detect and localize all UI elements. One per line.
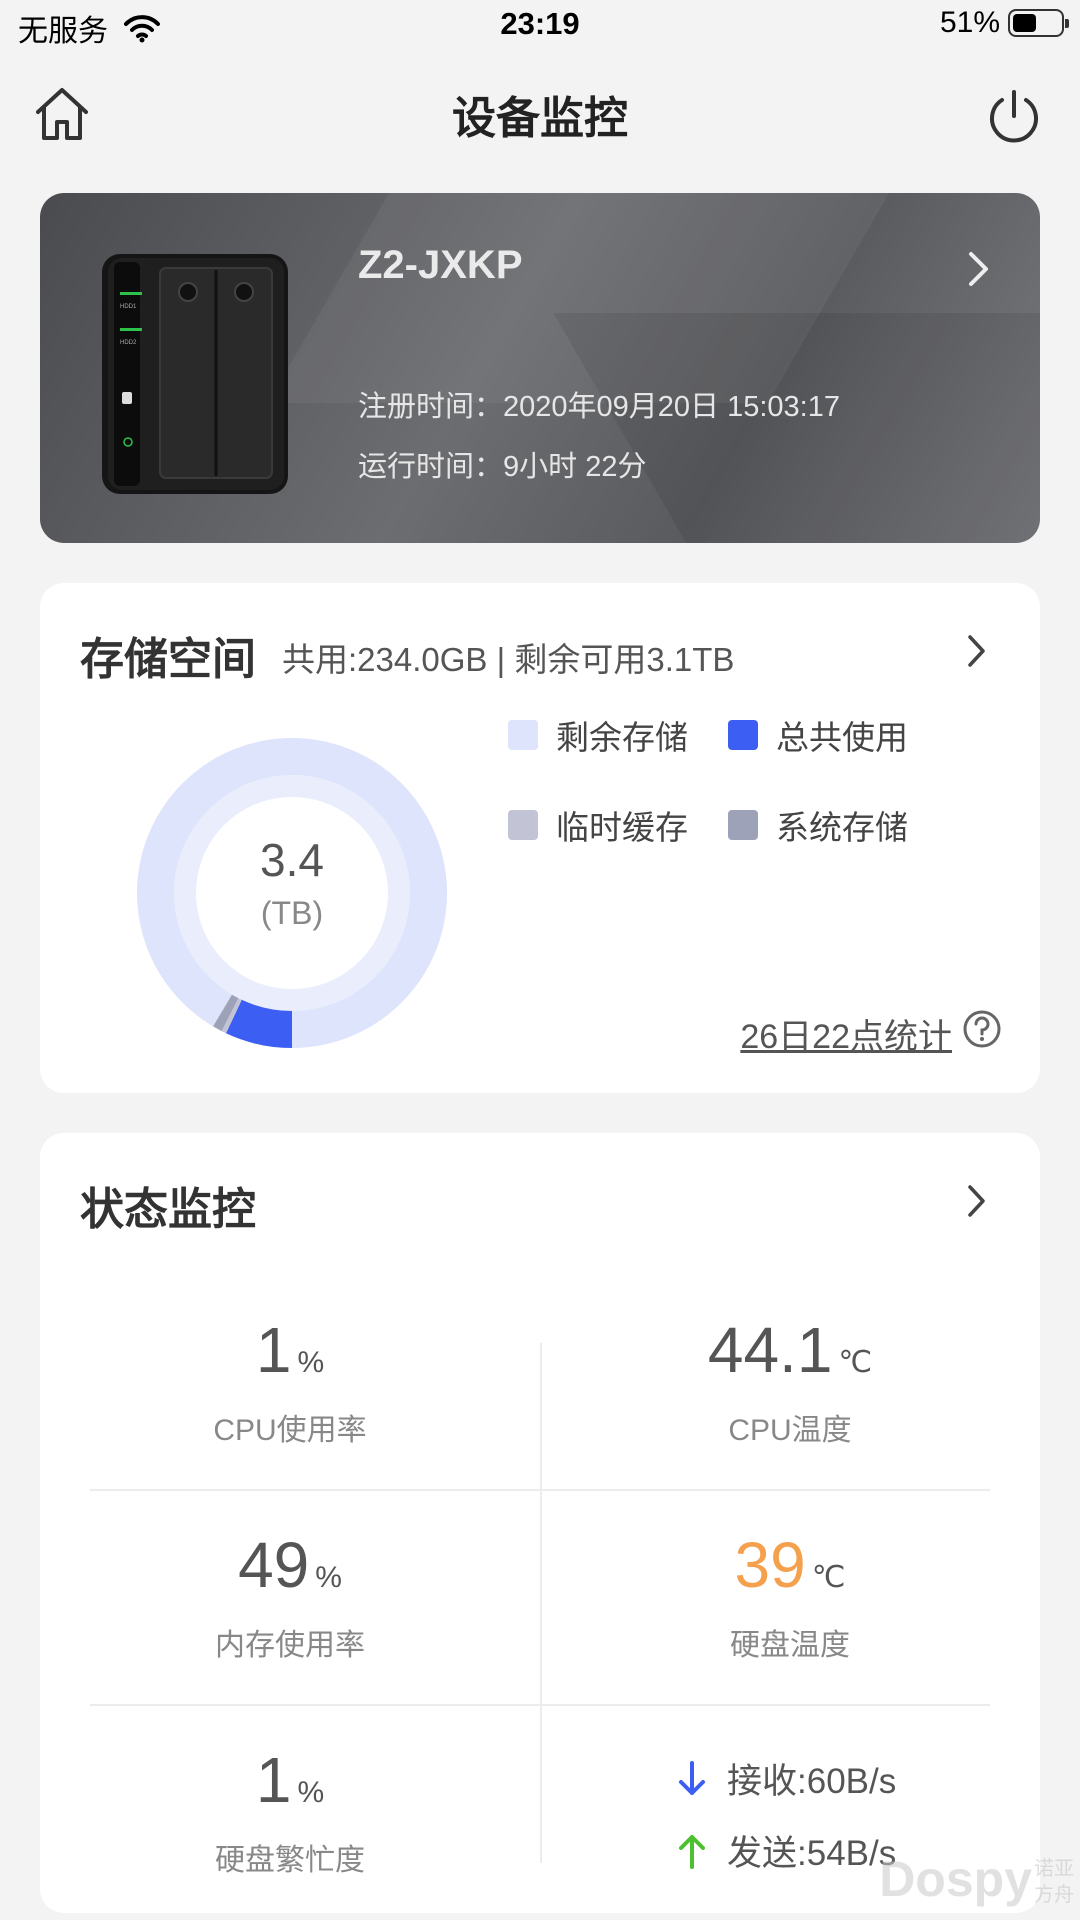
metric-value: 44.1 <box>707 1314 833 1386</box>
status-right: 51% <box>939 6 1069 40</box>
metric-disk-temp: 39 ℃ 硬盘温度 <box>590 1528 990 1664</box>
network-send: 发送:54B/s <box>675 1825 896 1876</box>
battery-icon <box>1008 9 1069 37</box>
nav-bar: 设备监控 <box>0 64 1080 160</box>
battery-percent: 51% <box>939 6 1000 39</box>
watermark: Dospy <box>879 1851 1032 1907</box>
page-title: 设备监控 <box>452 94 628 143</box>
status-card[interactable]: 状态监控 1% CPU使用率 44.1 ℃ CPU温度 49% 内存使用率 39 ℃… <box>40 1133 1040 1913</box>
legend-label: 剩余存储 <box>556 719 688 756</box>
metric-unit: % <box>297 1346 325 1379</box>
stat-date-link[interactable]: 26日22点统计 <box>740 1009 952 1058</box>
metric-label: 硬盘温度 <box>730 1629 850 1662</box>
nas-device-image: HDD1 HDD2 <box>102 254 288 494</box>
legend-swatch <box>728 720 758 750</box>
metric-value: 1 <box>255 1744 292 1816</box>
chevron-right-icon[interactable] <box>966 249 992 289</box>
metric-label: 内存使用率 <box>215 1629 365 1662</box>
svg-text:HDD1: HDD1 <box>120 304 137 310</box>
network-receive: 接收:60B/s <box>675 1753 896 1804</box>
metric-value: 39 <box>734 1529 806 1601</box>
metric-cpu-temp: 44.1 ℃ CPU温度 <box>590 1313 990 1449</box>
watermark-cn: 诺亚方舟 <box>1034 1858 1074 1906</box>
grid-divider <box>540 1343 542 1863</box>
register-label: 注册时间： <box>358 391 504 423</box>
device-card[interactable]: HDD1 HDD2 Z2-JXKP 注册时间：2020年09月20日 15:03… <box>40 193 1040 543</box>
legend-item-used: 总共使用 <box>728 711 908 759</box>
storage-total-unit: (TB) <box>260 895 324 931</box>
metric-memory-usage: 49% 内存使用率 <box>90 1528 490 1664</box>
help-icon[interactable] <box>962 1009 1002 1049</box>
arrow-up-icon <box>679 1834 705 1869</box>
uptime-row: 运行时间：9小时 22分 <box>358 443 646 485</box>
legend-item-cache: 临时缓存 <box>508 801 688 849</box>
metric-unit: % <box>315 1561 342 1594</box>
storage-card[interactable]: 存储空间 共用:234.0GB | 剩余可用3.1TB 3.4 (TB) 剩余存… <box>40 583 1040 1093</box>
card-background-facet <box>553 313 1040 543</box>
metric-label: 硬盘繁忙度 <box>215 1844 365 1877</box>
uptime-value: 9小时 22分 <box>503 451 647 483</box>
svg-text:HDD2: HDD2 <box>120 340 137 346</box>
status-title: 状态监控 <box>80 1185 256 1234</box>
metric-unit: ℃ <box>811 1561 846 1594</box>
metric-label: CPU温度 <box>728 1414 852 1447</box>
power-icon[interactable] <box>984 88 1044 148</box>
metric-value: 1 <box>255 1314 292 1386</box>
storage-total-value: 3.4 <box>260 834 324 886</box>
legend-item-remaining: 剩余存储 <box>508 711 688 759</box>
chevron-right-icon[interactable] <box>966 633 988 669</box>
legend-swatch <box>728 810 758 840</box>
device-name: Z2-JXKP <box>358 243 523 287</box>
arrow-down-icon <box>679 1760 705 1795</box>
legend-item-system: 系统存储 <box>728 801 908 849</box>
metric-unit: ℃ <box>838 1346 873 1379</box>
legend-label: 临时缓存 <box>556 809 688 846</box>
storage-summary: 共用:234.0GB | 剩余可用3.1TB <box>282 641 735 678</box>
legend-label: 系统存储 <box>776 809 908 846</box>
storage-donut-chart <box>137 738 448 1048</box>
metric-unit: % <box>297 1776 325 1809</box>
grid-divider <box>90 1704 990 1706</box>
metric-value: 49 <box>238 1529 310 1601</box>
legend-label: 总共使用 <box>776 719 908 756</box>
register-time-row: 注册时间：2020年09月20日 15:03:17 <box>358 383 840 425</box>
send-rate: 发送:54B/s <box>727 1834 897 1873</box>
register-time: 2020年09月20日 15:03:17 <box>503 391 840 423</box>
receive-rate: 接收:60B/s <box>727 1762 897 1801</box>
metric-disk-busy: 1% 硬盘繁忙度 <box>90 1743 490 1879</box>
status-bar: 无服务 23:19 51% <box>0 0 1080 56</box>
chevron-right-icon[interactable] <box>966 1183 988 1219</box>
battery-fill <box>1013 14 1037 32</box>
legend-swatch <box>508 720 538 750</box>
legend-swatch <box>508 810 538 840</box>
status-time: 23:19 <box>500 6 580 41</box>
metric-label: CPU使用率 <box>213 1414 367 1447</box>
uptime-label: 运行时间： <box>358 451 504 483</box>
metric-cpu-usage: 1% CPU使用率 <box>90 1313 490 1449</box>
grid-divider <box>90 1489 990 1491</box>
storage-title: 存储空间 <box>80 635 256 684</box>
